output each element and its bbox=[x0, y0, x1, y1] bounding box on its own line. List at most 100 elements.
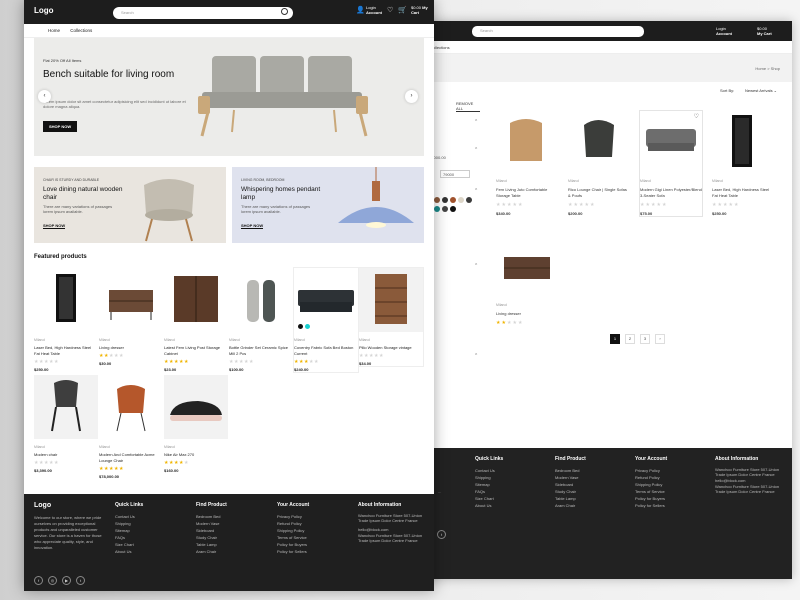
cart-link[interactable]: $0.00 My Cart bbox=[411, 5, 434, 15]
product-name[interactable]: Pillo Wooden Storage vintage bbox=[359, 345, 423, 351]
footer-link[interactable]: Modern Vase bbox=[196, 520, 227, 527]
footer-link[interactable]: Contact Us bbox=[115, 513, 143, 520]
product-card[interactable]: Milanol Laser Bed, High Hardness Steel Fa… bbox=[34, 268, 98, 372]
product-name[interactable]: Modern chair bbox=[34, 452, 98, 458]
chevron-up-icon[interactable]: ⌃ bbox=[474, 147, 478, 153]
instagram-icon[interactable]: ◎ bbox=[48, 576, 57, 585]
footer-link[interactable]: Sitemap bbox=[475, 481, 503, 488]
chevron-up-icon[interactable]: ⌃ bbox=[474, 263, 478, 269]
footer-logo[interactable]: Logo bbox=[34, 502, 51, 509]
product-name[interactable]: Living dresser bbox=[496, 311, 558, 317]
product-name[interactable]: Nike Air Max 270 bbox=[164, 452, 228, 458]
color-swatch[interactable] bbox=[450, 197, 456, 203]
back-footer-email[interactable]: hello@block.com bbox=[715, 477, 785, 484]
shop-now-button[interactable]: SHOP NOW bbox=[43, 121, 78, 132]
twitter-icon[interactable]: t bbox=[76, 576, 85, 585]
back-cart[interactable]: $0.00 My Cart bbox=[757, 26, 772, 36]
footer-link[interactable]: Size Chart bbox=[475, 495, 503, 502]
color-swatch[interactable] bbox=[458, 197, 464, 203]
product-card[interactable]: Milanol Coventry Fabric Sofa Bed Boston C… bbox=[294, 268, 358, 372]
product-image[interactable] bbox=[294, 268, 358, 332]
shop-product-image[interactable] bbox=[496, 235, 558, 297]
chevron-up-icon[interactable]: ⌃ bbox=[474, 353, 478, 359]
product-image[interactable] bbox=[229, 268, 293, 332]
footer-link[interactable]: About Us bbox=[475, 502, 503, 509]
chevron-right-icon[interactable]: › bbox=[405, 90, 418, 103]
footer-link[interactable]: Terms of Service bbox=[277, 534, 309, 541]
shop-product-image[interactable] bbox=[568, 111, 630, 173]
color-swatch[interactable] bbox=[434, 197, 440, 203]
footer-link[interactable]: Shipping bbox=[475, 474, 503, 481]
twitter-icon[interactable]: t bbox=[437, 530, 446, 539]
color-swatch[interactable] bbox=[466, 197, 472, 203]
logo[interactable]: Logo bbox=[34, 6, 54, 15]
promo-shop-now-link[interactable]: SHOP NOW bbox=[43, 223, 66, 229]
product-card[interactable]: Milanol Nike Air Max 270 ★★★★★ $160.00 bbox=[164, 375, 228, 473]
chevron-up-icon[interactable]: ⌃ bbox=[474, 188, 478, 194]
footer-link[interactable]: Contact Us bbox=[475, 467, 503, 474]
cart-icon[interactable]: 🛒 bbox=[398, 7, 407, 15]
account-link[interactable]: Login Account bbox=[366, 5, 382, 15]
product-name[interactable]: Modern Gigi Linen Polyester/Blend 3-Seat… bbox=[640, 187, 702, 199]
page-button[interactable]: 2 bbox=[625, 334, 635, 344]
product-image[interactable] bbox=[99, 268, 163, 332]
footer-link[interactable]: Shipping bbox=[115, 520, 143, 527]
footer-link[interactable]: Privacy Policy bbox=[635, 467, 667, 474]
color-swatch[interactable] bbox=[442, 206, 448, 212]
product-name[interactable]: Fern Living Juto Comfortable Storage Tab… bbox=[496, 187, 558, 199]
footer-link[interactable]: Refund Policy bbox=[277, 520, 309, 527]
product-card[interactable]: Milanol Living dresser ★★★★★ $30.00 bbox=[99, 268, 163, 366]
footer-link[interactable]: Policy for Sellers bbox=[635, 502, 667, 509]
footer-link[interactable]: Aram Chair bbox=[555, 502, 586, 509]
product-card[interactable]: Milanol Pillo Wooden Storage vintage ★★★★★… bbox=[359, 268, 423, 366]
footer-link[interactable]: Shipping Policy bbox=[635, 481, 667, 488]
shop-product-image[interactable]: ♡ bbox=[640, 111, 702, 173]
footer-link[interactable]: Table Lamp bbox=[555, 495, 586, 502]
product-image[interactable] bbox=[164, 268, 228, 332]
product-name[interactable]: Coventry Fabric Sofa Bed Boston Current bbox=[294, 345, 358, 357]
promo-shop-now-link[interactable]: SHOP NOW bbox=[241, 223, 264, 229]
footer-email[interactable]: hello@block.com bbox=[358, 526, 430, 533]
footer-link[interactable]: Table Lamp bbox=[196, 541, 227, 548]
footer-link[interactable]: Study Chair bbox=[196, 534, 227, 541]
product-name[interactable]: Living dresser bbox=[99, 345, 163, 351]
product-image[interactable] bbox=[359, 268, 423, 332]
back-account[interactable]: Login Account bbox=[716, 26, 732, 36]
color-swatch[interactable] bbox=[450, 206, 456, 212]
footer-link[interactable]: Shipping Policy bbox=[277, 527, 309, 534]
footer-link[interactable]: Policy for Buyers bbox=[277, 541, 309, 548]
footer-link[interactable]: Sideboard bbox=[555, 481, 586, 488]
footer-link[interactable]: Policy for Buyers bbox=[635, 495, 667, 502]
footer-link[interactable]: FAQs bbox=[115, 534, 143, 541]
facebook-icon[interactable]: f bbox=[34, 576, 43, 585]
chevron-up-icon[interactable]: ⌃ bbox=[474, 119, 478, 125]
heart-icon[interactable]: ♡ bbox=[387, 7, 395, 15]
chevron-left-icon[interactable]: ‹ bbox=[38, 90, 51, 103]
product-name[interactable]: Rico Lounge Chair | Single Sofas & Poufs bbox=[568, 187, 630, 199]
footer-link[interactable]: Policy for Sellers bbox=[277, 548, 309, 555]
nav-collections[interactable]: Collections bbox=[70, 28, 92, 33]
shop-product-card[interactable]: ♡ Milanol Modern Gigi Linen Polyester/Blen… bbox=[640, 111, 702, 216]
price-input[interactable]: 79000 bbox=[440, 170, 470, 178]
product-name[interactable]: Laser Bed, High Hardness Steel Fat Heat … bbox=[34, 345, 98, 357]
product-image[interactable] bbox=[34, 268, 98, 332]
product-card[interactable]: Milanol Modern chair ★★★★★ $3,390.00 bbox=[34, 375, 98, 473]
heart-icon[interactable]: ♡ bbox=[694, 113, 699, 120]
footer-link[interactable]: Bedroom Bed bbox=[555, 467, 586, 474]
nav-home[interactable]: Home bbox=[48, 28, 60, 33]
footer-link[interactable]: Aram Chair bbox=[196, 548, 227, 555]
page-button[interactable]: 3 bbox=[640, 334, 650, 344]
footer-link[interactable]: FAQs bbox=[475, 488, 503, 495]
product-name[interactable]: Bottle Grinder Set Ceramic Spice Mill 2 … bbox=[229, 345, 293, 357]
product-name[interactable]: Latest Fern Living Post Storage Cabinet bbox=[164, 345, 228, 357]
color-swatch[interactable] bbox=[442, 197, 448, 203]
product-card[interactable]: Milanol Bottle Grinder Set Ceramic Spice … bbox=[229, 268, 293, 372]
shop-product-card[interactable]: Milanol Laser Bed, High Hardness Steel Fa… bbox=[712, 111, 774, 216]
footer-link[interactable]: Refund Policy bbox=[635, 474, 667, 481]
search-icon[interactable] bbox=[281, 8, 288, 15]
footer-link[interactable]: Bedroom Bed bbox=[196, 513, 227, 520]
footer-link[interactable]: Terms of Service bbox=[635, 488, 667, 495]
back-search-input[interactable]: Search bbox=[472, 26, 644, 37]
footer-link[interactable]: Privacy Policy bbox=[277, 513, 309, 520]
footer-link[interactable]: About Us bbox=[115, 548, 143, 555]
